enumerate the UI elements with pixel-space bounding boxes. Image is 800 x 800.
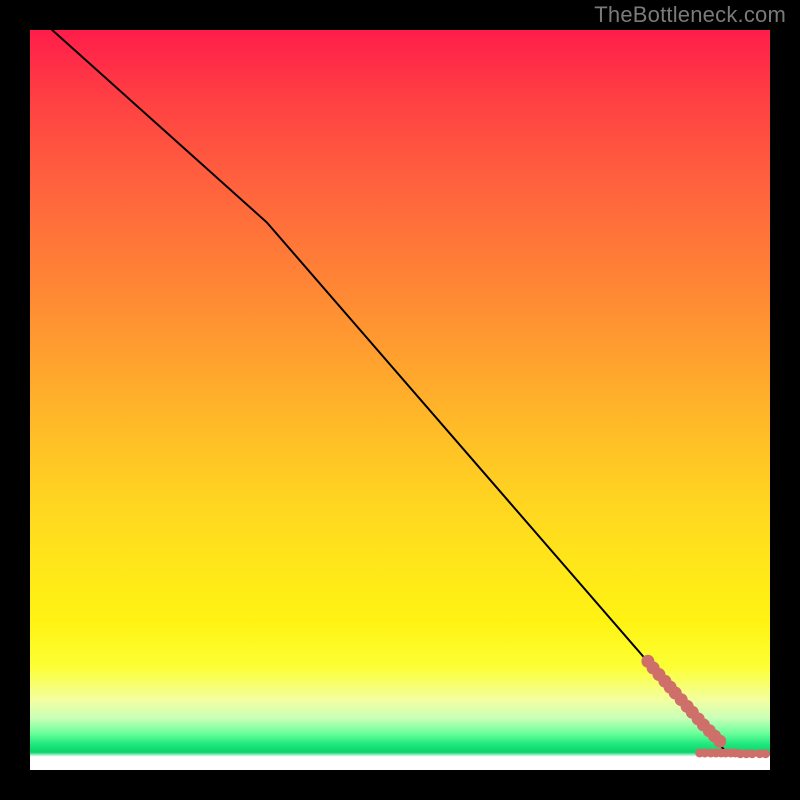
curve-line [52,30,770,754]
chart-stage: TheBottleneck.com [0,0,800,800]
watermark-text: TheBottleneck.com [594,2,786,28]
points-diagonal [641,655,726,748]
chart-svg [30,30,770,770]
points-bottom [695,748,770,758]
plot-area [30,30,770,770]
